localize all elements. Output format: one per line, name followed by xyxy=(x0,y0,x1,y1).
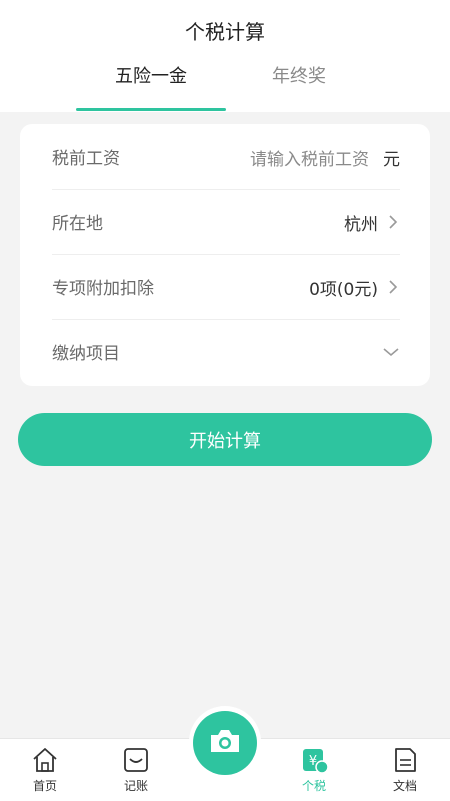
location-label: 所在地 xyxy=(52,214,103,234)
location-selector[interactable]: 杭州 xyxy=(344,207,400,237)
tab-five-insurance[interactable]: 五险一金 xyxy=(76,62,226,88)
deduction-label: 专项附加扣除 xyxy=(52,279,154,299)
active-tab-indicator xyxy=(76,108,226,111)
page-title: 个税计算 xyxy=(185,20,265,44)
tab-bar: 五险一金 年终奖 xyxy=(0,62,450,112)
tabbar-item-tax[interactable]: ¥ 个税 xyxy=(282,745,346,794)
deduction-selector[interactable]: 0项(0元) xyxy=(309,272,400,302)
salary-input-group[interactable]: 请输入税前工资 元 xyxy=(250,142,400,172)
ledger-icon xyxy=(104,745,168,775)
tab-year-end-bonus[interactable]: 年终奖 xyxy=(224,62,374,88)
tax-icon: ¥ xyxy=(282,745,346,775)
deduction-row[interactable]: 专项附加扣除 0项(0元) xyxy=(52,254,400,320)
tabbar-item-ledger[interactable]: 记账 xyxy=(104,745,168,794)
deduction-value: 0项(0元) xyxy=(309,279,378,300)
payment-items-label: 缴纳项目 xyxy=(52,344,120,364)
home-icon xyxy=(13,745,77,775)
chevron-down-icon xyxy=(382,343,400,362)
tabbar-label-document: 文档 xyxy=(392,779,417,793)
tabbar-item-document[interactable]: 文档 xyxy=(373,745,437,794)
chevron-right-icon xyxy=(386,214,400,230)
camera-icon xyxy=(208,726,242,760)
location-row[interactable]: 所在地 杭州 xyxy=(52,189,400,255)
tabbar-item-home[interactable]: 首页 xyxy=(13,745,77,794)
salary-unit: 元 xyxy=(383,149,400,170)
tabbar-label-ledger: 记账 xyxy=(123,779,148,793)
tabbar-label-home: 首页 xyxy=(32,779,57,793)
salary-row[interactable]: 税前工资 请输入税前工资 元 xyxy=(52,124,400,190)
header: 个税计算 五险一金 年终奖 xyxy=(0,0,450,112)
calculate-button[interactable]: 开始计算 xyxy=(18,413,432,466)
tabbar-label-tax: 个税 xyxy=(301,779,326,793)
salary-label: 税前工资 xyxy=(52,149,120,169)
document-icon xyxy=(373,745,437,775)
chevron-right-icon xyxy=(386,279,400,295)
payment-items-row[interactable]: 缴纳项目 xyxy=(52,319,400,384)
tax-form-card: 税前工资 请输入税前工资 元 所在地 杭州 专项附加扣除 0项(0元) 缴纳项目 xyxy=(20,124,430,386)
payment-items-toggle[interactable] xyxy=(382,337,400,367)
salary-input[interactable]: 请输入税前工资 xyxy=(250,145,369,170)
camera-button[interactable] xyxy=(193,711,257,775)
location-value: 杭州 xyxy=(344,214,378,235)
